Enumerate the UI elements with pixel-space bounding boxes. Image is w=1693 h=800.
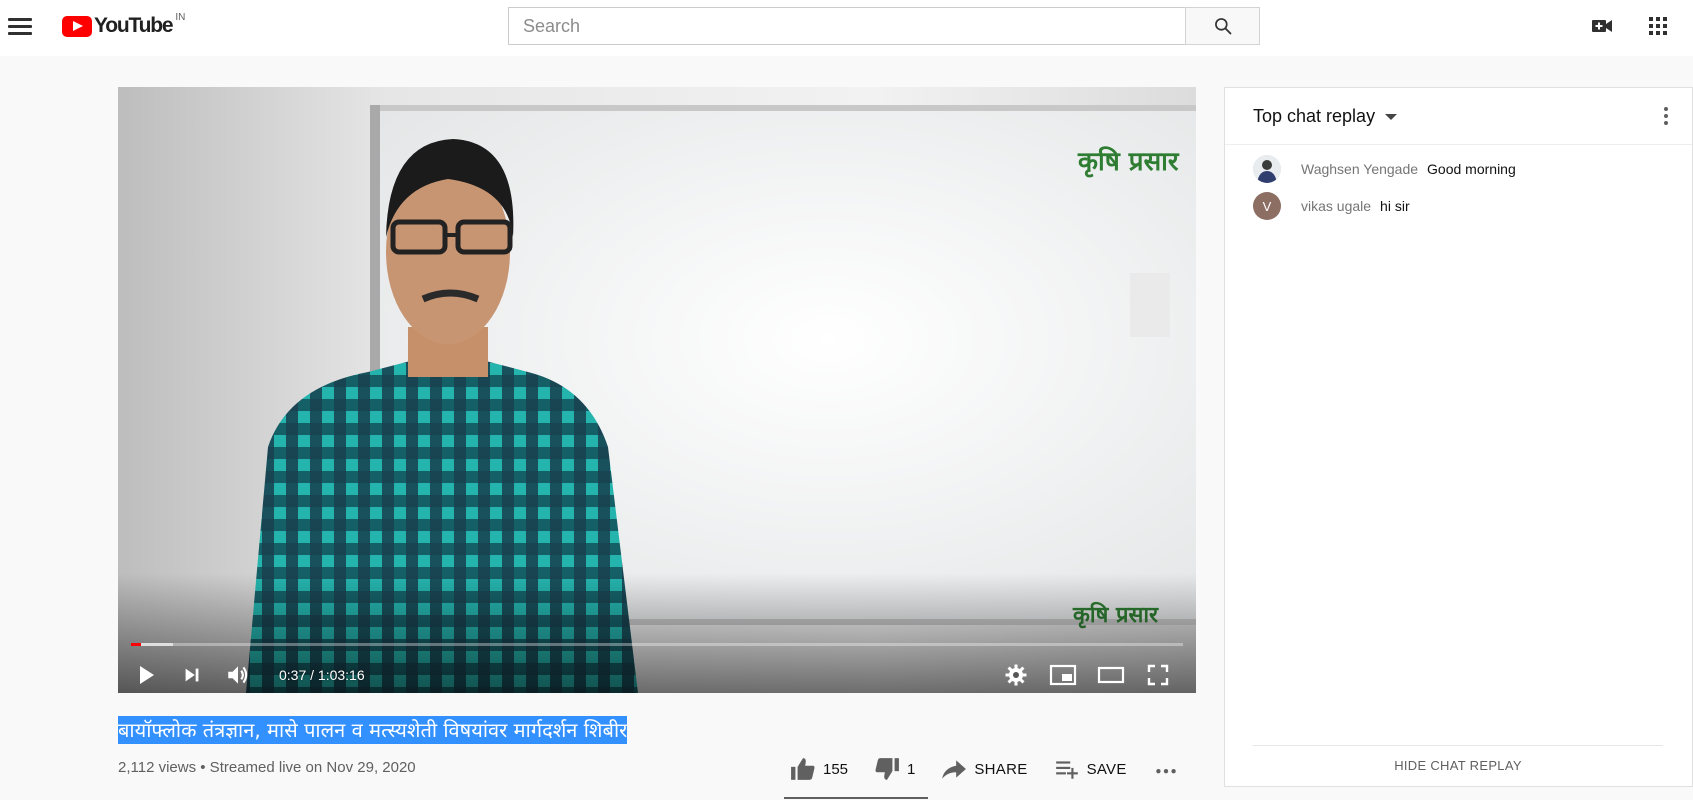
youtube-play-logo-icon bbox=[62, 15, 92, 37]
gear-icon bbox=[1005, 664, 1027, 686]
chat-more-options-icon[interactable] bbox=[1654, 104, 1678, 128]
play-icon bbox=[140, 666, 154, 684]
chat-replay-panel: Top chat replay Waghsen Yengade Good mor… bbox=[1224, 87, 1693, 787]
more-horizontal-icon bbox=[1155, 769, 1176, 774]
avatar-letter: V bbox=[1262, 198, 1272, 214]
fullscreen-icon bbox=[1147, 664, 1169, 686]
share-button[interactable]: SHARE bbox=[941, 756, 1027, 782]
user-photo-icon bbox=[1253, 155, 1281, 183]
chat-message[interactable]: V vikas ugale hi sir bbox=[1253, 192, 1410, 220]
progress-played bbox=[131, 643, 142, 646]
chat-footer: HIDE CHAT REPLAY bbox=[1253, 745, 1663, 786]
thumbs-down-icon bbox=[875, 758, 899, 780]
video-actions: 155 1 SHARE SAVE bbox=[790, 754, 1212, 784]
fullscreen-button[interactable] bbox=[1140, 657, 1176, 693]
current-time: 0:37 bbox=[279, 667, 307, 683]
create-video-icon[interactable] bbox=[1590, 14, 1614, 38]
skip-next-icon bbox=[185, 668, 199, 682]
thumbs-up-icon bbox=[791, 758, 815, 780]
video-meta: 2,112 views • Streamed live on Nov 29, 2… bbox=[118, 759, 416, 776]
chat-header: Top chat replay bbox=[1225, 88, 1692, 145]
theater-mode-icon bbox=[1097, 666, 1125, 684]
miniplayer-icon bbox=[1049, 664, 1077, 686]
settings-button[interactable] bbox=[998, 657, 1034, 693]
chat-text: Good morning bbox=[1427, 161, 1516, 177]
save-button[interactable]: SAVE bbox=[1054, 756, 1127, 782]
avatar bbox=[1253, 155, 1281, 183]
avatar: V bbox=[1253, 192, 1281, 220]
top-bar: YouTube IN bbox=[0, 0, 1693, 56]
more-actions-button[interactable] bbox=[1153, 756, 1186, 782]
search-button[interactable] bbox=[1185, 7, 1260, 45]
video-title: बायॉफ्लोक तंत्रज्ञान, मासे पालन व मत्स्य… bbox=[118, 716, 628, 744]
search-bar bbox=[508, 7, 1260, 45]
chat-mode-dropdown[interactable]: Top chat replay bbox=[1253, 106, 1398, 127]
chat-author[interactable]: vikas ugale bbox=[1301, 198, 1371, 214]
share-arrow-icon bbox=[942, 760, 967, 779]
dropdown-caret-icon bbox=[1385, 113, 1398, 120]
chat-message[interactable]: Waghsen Yengade Good morning bbox=[1253, 155, 1516, 183]
like-button[interactable]: 155 bbox=[790, 756, 848, 782]
progress-bar[interactable] bbox=[131, 643, 1183, 646]
dislike-button[interactable]: 1 bbox=[874, 756, 915, 782]
dislike-count: 1 bbox=[907, 760, 916, 778]
volume-button[interactable] bbox=[220, 657, 256, 693]
menu-icon[interactable] bbox=[8, 14, 32, 38]
youtube-logo[interactable]: YouTube IN bbox=[62, 11, 186, 38]
playlist-add-icon bbox=[1055, 761, 1078, 779]
watermark-logo-top: कृषि प्रसार bbox=[1077, 146, 1180, 178]
save-label: SAVE bbox=[1086, 760, 1127, 778]
apps-grid-icon[interactable] bbox=[1646, 14, 1670, 38]
time-display: 0:37 / 1:03:16 bbox=[279, 667, 365, 683]
logo-text: YouTube bbox=[94, 14, 174, 37]
duration: 1:03:16 bbox=[317, 667, 365, 683]
miniplayer-button[interactable] bbox=[1045, 657, 1081, 693]
chat-author[interactable]: Waghsen Yengade bbox=[1301, 161, 1418, 177]
sentiment-divider bbox=[784, 797, 928, 799]
search-icon bbox=[1214, 18, 1232, 35]
theater-mode-button[interactable] bbox=[1093, 657, 1129, 693]
share-label: SHARE bbox=[974, 760, 1028, 778]
search-input[interactable] bbox=[508, 7, 1186, 45]
next-button[interactable] bbox=[174, 657, 210, 693]
volume-icon bbox=[228, 666, 248, 684]
hide-chat-replay-button[interactable]: HIDE CHAT REPLAY bbox=[1253, 758, 1663, 773]
logo-country-code: IN bbox=[175, 11, 186, 23]
time-separator: / bbox=[310, 667, 318, 683]
video-player[interactable]: कृषि प्रसार कृषि प्रसार 0:37 / 1:03:16 bbox=[118, 87, 1196, 693]
like-count: 155 bbox=[823, 760, 849, 778]
chat-title: Top chat replay bbox=[1253, 106, 1376, 126]
chat-text: hi sir bbox=[1380, 198, 1410, 214]
play-button[interactable] bbox=[128, 657, 164, 693]
